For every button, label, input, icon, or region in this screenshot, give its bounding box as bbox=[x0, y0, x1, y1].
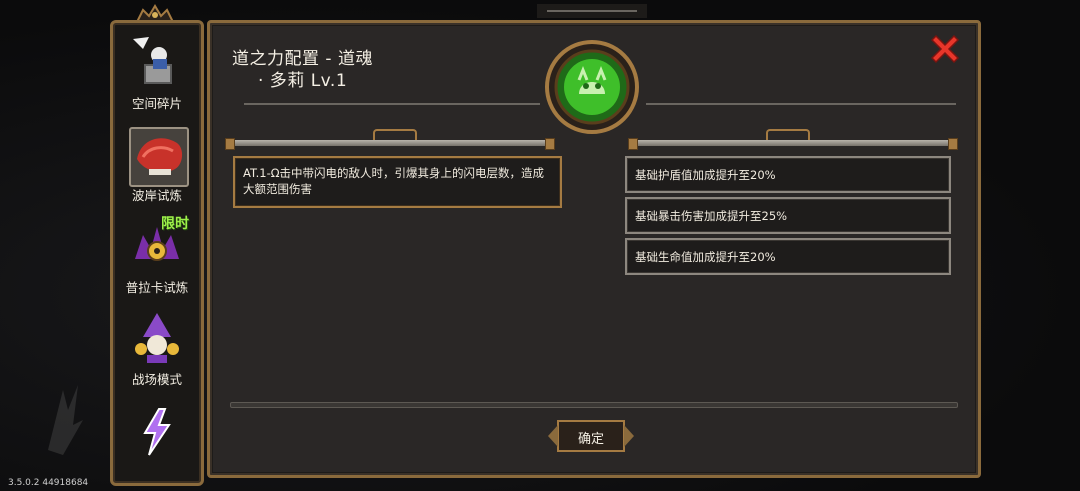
sidebar-item-label: 波岸试炼 bbox=[131, 188, 182, 203]
sidebar-item-space-fragment[interactable]: 空间碎片 bbox=[119, 31, 195, 117]
close-icon[interactable] bbox=[928, 32, 962, 66]
bonus-text: 基础生命值加成提升至20% bbox=[635, 250, 776, 264]
bonus-item: 基础暴击伤害加成提升至25% bbox=[625, 197, 951, 234]
wizard-icon bbox=[135, 313, 179, 363]
page-title: 道之力配置 - 道魂 · 多莉 Lv.1 bbox=[232, 48, 373, 92]
sidebar-item-label: 空间碎片 bbox=[131, 96, 182, 111]
bonus-item: 基础护盾值加成提升至20% bbox=[625, 156, 951, 193]
title-divider-left bbox=[244, 103, 540, 105]
skill-description: AT.1-Ω击中带闪电的敌人时，引爆其身上的闪电层数，造成大额范围伤害 bbox=[243, 166, 545, 196]
sidebar-item-label: 普拉卡试炼 bbox=[125, 280, 189, 295]
title-line-1: 道之力配置 - 道魂 bbox=[232, 49, 373, 69]
confirm-label: 确定 bbox=[577, 432, 604, 447]
title-line-2: · 多莉 Lv.1 bbox=[258, 71, 348, 91]
sidebar-item-lightning[interactable] bbox=[119, 399, 195, 485]
confirm-button[interactable]: 确定 bbox=[548, 417, 634, 455]
right-rail bbox=[628, 129, 958, 150]
version-text: 3.5.0.2 44918684 bbox=[8, 478, 89, 488]
left-rail bbox=[225, 129, 555, 150]
space-fragment-icon bbox=[133, 37, 172, 84]
background-wing-icon bbox=[48, 385, 83, 455]
prakar-trial-icon bbox=[135, 227, 179, 261]
bonus-text: 基础暴击伤害加成提升至25% bbox=[635, 209, 788, 223]
sidebar-item-label: 战场模式 bbox=[131, 372, 182, 387]
skill-description-box: AT.1-Ω击中带闪电的敌人时，引爆其身上的闪电层数，造成大额范围伤害 bbox=[233, 156, 562, 208]
red-dragon-icon bbox=[129, 127, 189, 187]
title-divider-right bbox=[646, 103, 956, 105]
bonus-text: 基础护盾值加成提升至20% bbox=[635, 168, 776, 182]
panel-top-ornament bbox=[537, 4, 647, 18]
sidebar-item-prakar-trial[interactable]: 限时 普拉卡试炼 bbox=[119, 215, 195, 301]
bonus-item: 基础生命值加成提升至20% bbox=[625, 238, 951, 275]
sidebar-item-battlefield[interactable]: 战场模式 bbox=[119, 307, 195, 393]
sidebar-item-wave-trial[interactable]: 波岸试炼 bbox=[119, 123, 195, 209]
mode-sidebar: 空间碎片 波岸试炼 限时 普拉卡试炼 战场模式 bbox=[110, 20, 204, 486]
dao-soul-emblem-icon bbox=[545, 40, 639, 134]
bottom-divider bbox=[230, 402, 958, 408]
lightning-icon bbox=[143, 408, 171, 456]
